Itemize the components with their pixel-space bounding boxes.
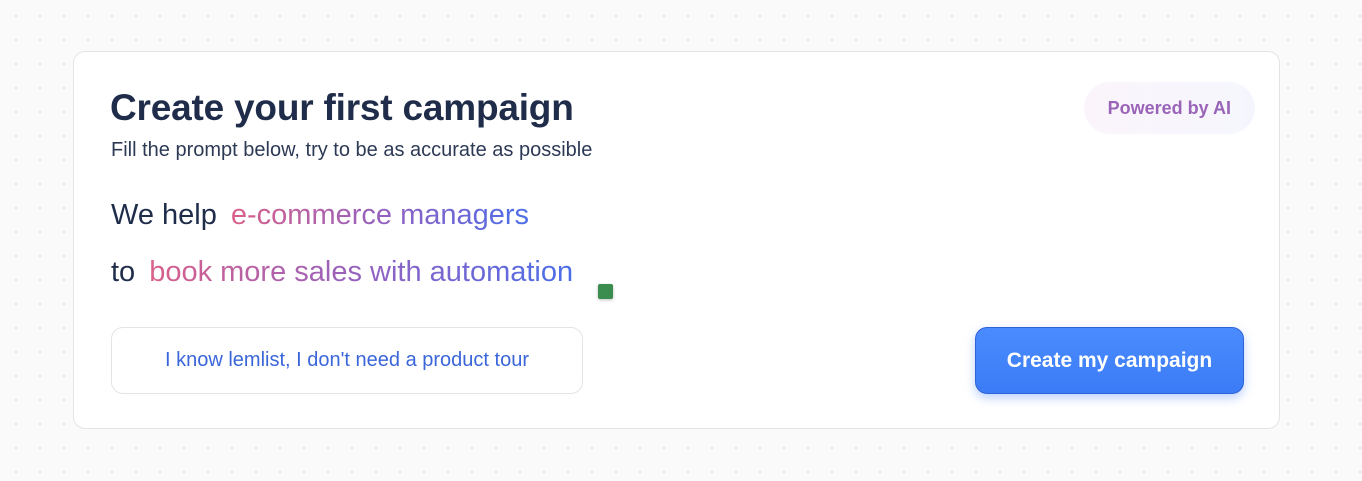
page-title: Create your first campaign xyxy=(110,87,574,128)
prompt-prefix-to: to xyxy=(111,256,136,288)
goal-input[interactable]: book more sales with automation xyxy=(149,255,573,290)
create-campaign-button[interactable]: Create my campaign xyxy=(975,327,1244,394)
prompt-line-goal: to book more sales with automation xyxy=(111,255,573,290)
powered-by-ai-badge: Powered by AI xyxy=(1083,82,1255,134)
campaign-card: Create your first campaign Fill the prom… xyxy=(73,51,1280,429)
prompt-line-audience: We help e-commerce managers xyxy=(111,198,529,233)
text-cursor-indicator xyxy=(598,284,613,299)
prompt-prefix-we-help: We help xyxy=(111,199,217,231)
skip-product-tour-button[interactable]: I know lemlist, I don't need a product t… xyxy=(111,327,583,394)
page-subtitle: Fill the prompt below, try to be as accu… xyxy=(111,139,593,161)
audience-input[interactable]: e-commerce managers xyxy=(231,198,529,233)
